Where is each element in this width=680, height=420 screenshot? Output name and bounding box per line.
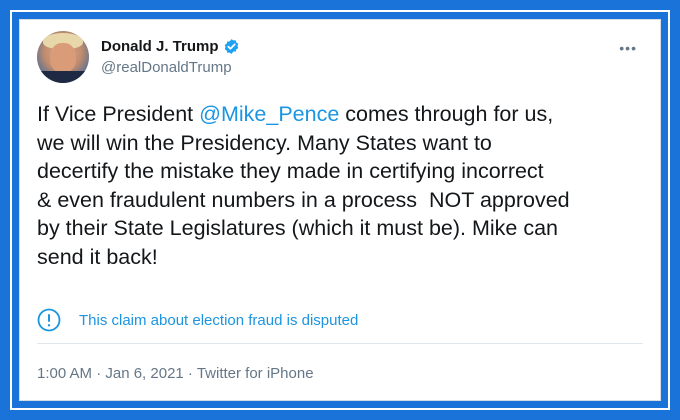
avatar-face bbox=[50, 43, 76, 73]
verified-badge-icon bbox=[224, 39, 238, 54]
avatar-suit bbox=[37, 71, 89, 83]
divider bbox=[37, 343, 643, 344]
tweet-text-start: If Vice President bbox=[37, 102, 200, 126]
tweet-timestamp[interactable]: 1:00 AM · Jan 6, 2021 · Twitter for iPho… bbox=[37, 365, 314, 382]
mention-link[interactable]: @Mike_Pence bbox=[199, 102, 339, 126]
name-row: Donald J. Trump bbox=[101, 38, 240, 55]
avatar[interactable] bbox=[37, 31, 89, 83]
disputed-notice[interactable]: This claim about election fraud is dispu… bbox=[37, 308, 358, 332]
more-icon[interactable]: ••• bbox=[619, 40, 637, 56]
disputed-notice-link[interactable]: This claim about election fraud is dispu… bbox=[79, 312, 358, 329]
exclamation-circle-icon bbox=[37, 308, 61, 332]
user-handle[interactable]: @realDonaldTrump bbox=[101, 59, 232, 76]
tweet-text-rest: comes through for us, we will win the Pr… bbox=[37, 102, 570, 269]
tweet-card: Donald J. Trump @realDonaldTrump ••• If … bbox=[19, 19, 661, 401]
display-name[interactable]: Donald J. Trump bbox=[101, 38, 219, 55]
tweet-text: If Vice President @Mike_Pence comes thro… bbox=[37, 100, 647, 271]
